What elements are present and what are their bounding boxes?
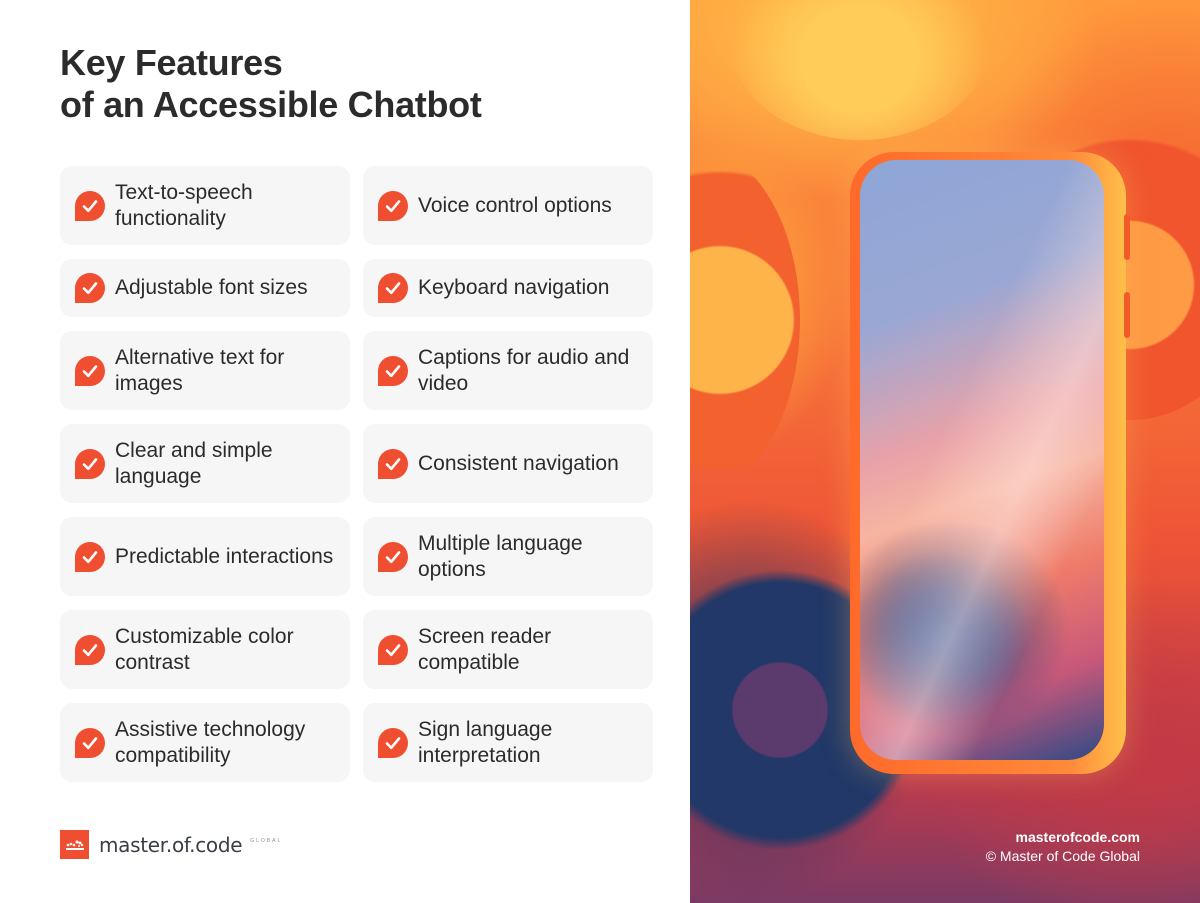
feature-grid: Text-to-speech functionality Voice contro… (60, 166, 653, 782)
check-bubble-icon (75, 634, 105, 665)
check-bubble-icon (378, 273, 408, 303)
check-bubble-icon (378, 634, 408, 665)
feature-card: Keyboard navigation (363, 259, 653, 317)
feature-card: Captions for audio and video (363, 331, 653, 410)
feature-label: Screen reader compatible (418, 624, 552, 674)
logo-mark-icon (60, 830, 89, 859)
content-panel: Key Features of an Accessible Chatbot Te… (0, 0, 690, 903)
site-url: masterofcode.com (1015, 829, 1140, 845)
title-line-2: of an Accessible Chatbot (60, 84, 482, 125)
feature-card: Text-to-speech functionality (60, 166, 350, 245)
check-bubble-icon (378, 355, 408, 386)
feature-card: Adjustable font sizes (60, 259, 350, 317)
phone-side-button (1124, 292, 1130, 338)
check-bubble-icon (378, 727, 408, 758)
gear-shape (730, 0, 990, 140)
check-bubble-icon (75, 727, 105, 758)
feature-label: Assistive technology compatibility (115, 717, 306, 767)
credit-block: masterofcode.com © Master of Code Global (986, 828, 1140, 866)
check-bubble-icon (75, 448, 105, 479)
feature-label: Keyboard navigation (418, 276, 610, 299)
title-line-1: Key Features (60, 42, 283, 83)
check-bubble-icon (75, 541, 105, 572)
feature-card: Alternative text for images (60, 331, 350, 410)
feature-label: Customizable color contrast (115, 624, 294, 674)
check-bubble-icon (75, 190, 105, 221)
check-bubble-icon (75, 355, 105, 386)
logo-text: master.of.code (99, 832, 243, 857)
brand-logo: master.of.code GLOBAL (60, 830, 282, 859)
logo-subtext: GLOBAL (250, 838, 283, 844)
check-bubble-icon (378, 448, 408, 479)
phone-screen (860, 160, 1104, 760)
feature-card: Screen reader compatible (363, 610, 653, 689)
feature-label: Voice control options (418, 193, 612, 217)
feature-card: Sign language interpretation (363, 703, 653, 782)
feature-label: Predictable interactions (115, 544, 334, 568)
page-title: Key Features of an Accessible Chatbot (60, 42, 482, 126)
feature-label: Sign language interpretation (418, 717, 553, 767)
check-bubble-icon (75, 273, 105, 303)
gear-shape (690, 150, 800, 490)
feature-label: Alternative text for images (115, 345, 285, 395)
feature-card: Consistent navigation (363, 424, 653, 503)
feature-card: Customizable color contrast (60, 610, 350, 689)
feature-label: Clear and simple language (115, 438, 273, 488)
feature-card: Clear and simple language (60, 424, 350, 503)
feature-label: Adjustable font sizes (115, 276, 308, 299)
feature-card: Multiple language options (363, 517, 653, 596)
feature-label: Text-to-speech functionality (115, 180, 253, 230)
feature-label: Captions for audio and video (418, 345, 630, 395)
phone-illustration (850, 152, 1130, 774)
check-bubble-icon (378, 541, 408, 572)
feature-card: Predictable interactions (60, 517, 350, 596)
copyright-text: © Master of Code Global (985, 848, 1140, 864)
feature-label: Multiple language options (418, 531, 583, 581)
phone-side-button (1124, 214, 1130, 260)
feature-card: Assistive technology compatibility (60, 703, 350, 782)
feature-card: Voice control options (363, 166, 653, 245)
feature-label: Consistent navigation (418, 451, 619, 475)
illustration-panel: masterofcode.com © Master of Code Global (690, 0, 1200, 903)
check-bubble-icon (378, 190, 408, 221)
